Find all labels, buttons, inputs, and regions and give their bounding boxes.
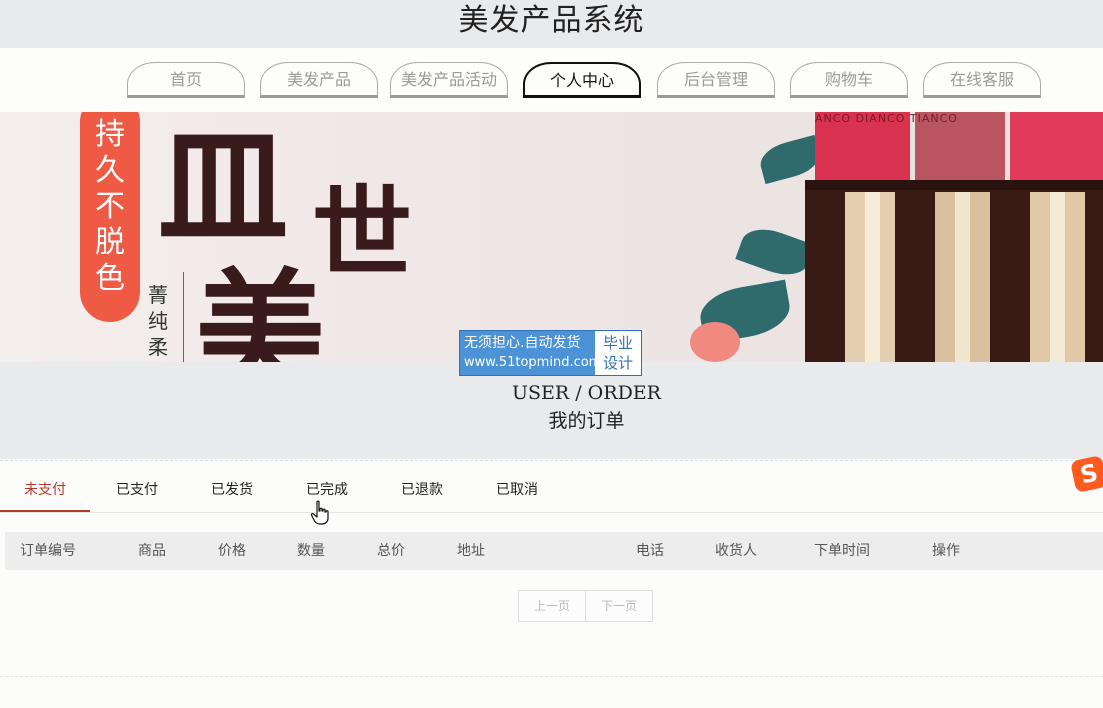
tab-unpaid[interactable]: 未支付 bbox=[0, 470, 90, 512]
nav-cart[interactable]: 购物车 bbox=[790, 62, 908, 98]
nav-admin[interactable]: 后台管理 bbox=[657, 62, 775, 98]
lipstick-brand: ANCO DIANCO TIANCO bbox=[815, 112, 958, 125]
section-header: USER / ORDER 我的订单 bbox=[0, 362, 1103, 459]
main-nav: 首页 美发产品 美发产品活动 个人中心 后台管理 购物车 在线客服 bbox=[0, 48, 1103, 112]
next-page-button[interactable]: 下一页 bbox=[585, 591, 652, 621]
tab-shipped[interactable]: 已发货 bbox=[187, 470, 277, 510]
col-order-time: 下单时间 bbox=[814, 543, 870, 559]
nav-home[interactable]: 首页 bbox=[127, 62, 245, 98]
banner-pill-text: 持久不脱色 bbox=[95, 117, 125, 296]
prev-page-button[interactable]: 上一页 bbox=[519, 591, 585, 621]
col-actions: 操作 bbox=[932, 543, 960, 559]
col-quantity: 数量 bbox=[297, 543, 325, 559]
leaf-decoration bbox=[735, 221, 815, 283]
banner-char-2: 世 bbox=[312, 174, 412, 292]
col-receiver: 收货人 bbox=[715, 543, 757, 559]
tab-paid[interactable]: 已支付 bbox=[92, 470, 182, 510]
nav-products[interactable]: 美发产品 bbox=[260, 62, 378, 98]
nav-product-activities[interactable]: 美发产品活动 bbox=[390, 62, 508, 98]
app-title: 美发产品系统 bbox=[458, 3, 645, 38]
watermark-tag: 毕业 设计 bbox=[595, 331, 641, 375]
order-table-header: 订单编号 商品 价格 数量 总价 地址 电话 收货人 下单时间 操作 bbox=[5, 532, 1103, 570]
banner-char-3: 美 bbox=[195, 255, 326, 362]
watermark-badge: 无须担心.自动发货 www.51topmind.com 毕业 设计 bbox=[459, 330, 642, 376]
section-title-en: USER / ORDER bbox=[512, 382, 661, 404]
col-order-no: 订单编号 bbox=[20, 543, 76, 559]
col-address: 地址 bbox=[457, 543, 485, 559]
tab-cancelled[interactable]: 已取消 bbox=[472, 470, 562, 510]
watermark-site: www.51topmind.com bbox=[464, 355, 602, 370]
divider bbox=[0, 460, 1103, 461]
nav-online-service[interactable]: 在线客服 bbox=[923, 62, 1041, 98]
hand-pointer-icon bbox=[310, 500, 329, 525]
lipstick-image bbox=[805, 112, 1103, 362]
banner-pill: 持久不脱色 bbox=[80, 112, 140, 322]
watermark-tag-line1: 毕业 bbox=[602, 334, 633, 352]
flower-decoration bbox=[690, 322, 740, 362]
watermark-text: 无须担心.自动发货 www.51topmind.com bbox=[460, 331, 602, 375]
sogou-input-icon[interactable]: S bbox=[1070, 455, 1103, 493]
col-phone: 电话 bbox=[636, 543, 664, 559]
col-total: 总价 bbox=[377, 543, 405, 559]
app-header: 美发产品系统 bbox=[0, 0, 1103, 48]
banner-sub-text: 菁纯柔 bbox=[148, 283, 168, 359]
watermark-line1: 无须担心.自动发货 bbox=[464, 335, 581, 351]
pagination: 上一页 下一页 bbox=[518, 590, 653, 622]
watermark-tag-line2: 设计 bbox=[602, 354, 633, 372]
divider bbox=[0, 676, 1103, 677]
banner-divider bbox=[183, 272, 184, 362]
section-title-cn: 我的订单 bbox=[548, 410, 625, 432]
nav-personal-center[interactable]: 个人中心 bbox=[523, 62, 641, 98]
col-product: 商品 bbox=[138, 543, 166, 559]
promo-banner: 持久不脱色 皿 世 美 菁纯柔 ANCO DIANCO TIANCO bbox=[0, 112, 1103, 362]
order-status-tabs: 未支付 已支付 已发货 已完成 已退款 已取消 bbox=[0, 470, 1103, 513]
tab-refunded[interactable]: 已退款 bbox=[377, 470, 467, 510]
col-price: 价格 bbox=[218, 543, 246, 559]
